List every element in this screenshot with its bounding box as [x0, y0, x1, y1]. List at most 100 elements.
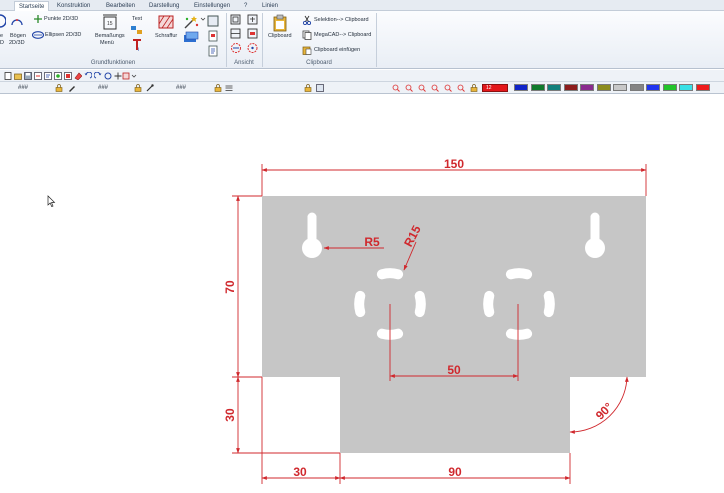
clipboard-button[interactable]: Clipboard: [268, 33, 292, 39]
color-swatch[interactable]: [629, 84, 644, 91]
refresh-icon[interactable]: [104, 72, 112, 80]
text-insert-icon[interactable]: i: [131, 38, 143, 52]
view-rotate-icon[interactable]: [246, 42, 259, 54]
circle-tool-icon[interactable]: [0, 14, 6, 28]
line-type-field[interactable]: ###: [98, 83, 108, 93]
tab-linien[interactable]: Linien: [258, 1, 282, 11]
tab-help[interactable]: ?: [240, 1, 251, 11]
schraffur-button[interactable]: Schraffur: [155, 33, 177, 39]
mouse-cursor: [47, 195, 56, 207]
color-swatch[interactable]: [547, 84, 561, 91]
clipboard-einfuegen-button[interactable]: Clipboard einfügen: [314, 47, 360, 53]
arc-tool-icon[interactable]: [10, 15, 24, 27]
text-style-icon[interactable]: [130, 25, 144, 35]
pan-icon[interactable]: [114, 72, 122, 80]
scissors-icon[interactable]: [302, 15, 312, 25]
color-swatch[interactable]: [679, 84, 693, 91]
lock-icon[interactable]: [214, 84, 222, 92]
frame-icon[interactable]: [207, 15, 219, 27]
zoom-all-icon[interactable]: [431, 84, 439, 92]
plate-shape[interactable]: [262, 196, 646, 453]
brush-icon[interactable]: [146, 84, 154, 92]
export-icon[interactable]: [64, 72, 72, 80]
bemassungs-menu-label: Menü: [100, 40, 114, 46]
view-all-icon[interactable]: [247, 28, 258, 39]
lock-icon[interactable]: [55, 84, 63, 92]
color-swatch[interactable]: [514, 84, 528, 91]
group-ansicht-label: Ansicht: [234, 60, 254, 66]
ellipse-icon[interactable]: [32, 31, 44, 39]
punkte-button[interactable]: Punkte 2D/3D: [44, 16, 78, 22]
paste-icon[interactable]: [302, 45, 312, 55]
pen-icon[interactable]: [68, 84, 76, 92]
zoom-previous-icon[interactable]: [444, 84, 452, 92]
clipboard-icon[interactable]: [272, 14, 288, 32]
hatch-icon[interactable]: [158, 15, 174, 29]
chevron-down-icon[interactable]: [200, 16, 206, 22]
color-swatch[interactable]: [580, 84, 594, 91]
dimension-menu-icon[interactable]: 15: [102, 14, 118, 32]
copy-icon[interactable]: [302, 30, 312, 40]
print-preview-icon[interactable]: [44, 72, 52, 80]
redo-icon[interactable]: [94, 72, 102, 80]
zoom-out-icon[interactable]: [405, 84, 413, 92]
group-separator: [376, 13, 377, 67]
cad-drawing[interactable]: 150 70 30 30 90 50 R5 R15 90°: [0, 95, 724, 493]
plot-icon[interactable]: [54, 72, 62, 80]
color-swatch[interactable]: [695, 84, 710, 91]
group-clipboard-label: Clipboard: [306, 60, 332, 66]
view-split-icon[interactable]: [230, 28, 241, 39]
tab-bearbeiten[interactable]: Bearbeiten: [102, 1, 139, 11]
page-icon[interactable]: [207, 30, 219, 42]
tab-konstruktion[interactable]: Konstruktion: [53, 1, 94, 11]
zoom-window-icon[interactable]: [418, 84, 426, 92]
color-swatch[interactable]: [613, 84, 627, 91]
line-width-field[interactable]: ###: [18, 83, 28, 93]
dim-left-height: 70: [223, 280, 237, 294]
selektion-clipboard-button[interactable]: Selektion--> Clipboard: [314, 17, 369, 23]
tab-einstellungen[interactable]: Einstellungen: [190, 1, 234, 11]
svg-text:15: 15: [107, 21, 113, 27]
text-button[interactable]: Text: [132, 16, 142, 22]
save-as-icon[interactable]: [34, 72, 42, 80]
print-icon[interactable]: [207, 45, 219, 57]
lock-icon[interactable]: [304, 84, 312, 92]
view-window-icon[interactable]: [230, 14, 241, 25]
color-swatch[interactable]: [530, 84, 545, 91]
layer-icon[interactable]: [183, 31, 199, 43]
zoom-extents-icon[interactable]: [457, 84, 465, 92]
boegen-label[interactable]: Bögen: [10, 33, 26, 39]
ribbon: e D Bögen 2D/3D Punkte 2D/3D Ellipsen 2D…: [0, 11, 724, 69]
magic-wand-icon[interactable]: [183, 15, 199, 29]
zoom-in-icon[interactable]: [392, 84, 400, 92]
color-swatch[interactable]: [646, 84, 660, 91]
save-icon[interactable]: [24, 72, 32, 80]
lock-icon[interactable]: [134, 84, 142, 92]
lock-icon[interactable]: [470, 84, 478, 92]
line-style-icon[interactable]: [316, 84, 324, 92]
ribbon-tab-bar: Startseite Konstruktion Bearbeiten Darst…: [0, 0, 724, 12]
bemassungs-label[interactable]: Bemaßungs: [95, 33, 125, 39]
color-swatch[interactable]: [662, 84, 677, 91]
tab-file[interactable]: [3, 1, 11, 11]
color-swatch[interactable]: [596, 84, 611, 91]
layer-field[interactable]: ###: [176, 83, 186, 93]
new-file-icon[interactable]: [4, 72, 12, 80]
megacad-clipboard-button[interactable]: MegaCAD--> Clipboard: [314, 32, 371, 38]
view-3d-icon[interactable]: [230, 42, 242, 54]
dim-lower-left-height: 30: [223, 408, 237, 422]
points-icon[interactable]: [34, 15, 42, 23]
view-zoom-icon[interactable]: [247, 14, 258, 25]
redraw-icon[interactable]: [122, 72, 130, 80]
color-field[interactable]: 12: [482, 84, 508, 92]
undo-icon[interactable]: [84, 72, 92, 80]
cut-off-label-1: e: [0, 33, 4, 39]
ellipsen-button[interactable]: Ellipsen 2D/3D: [45, 32, 81, 38]
tab-darstellung[interactable]: Darstellung: [145, 1, 183, 11]
color-swatch[interactable]: [563, 84, 578, 91]
drawing-canvas[interactable]: 150 70 30 30 90 50 R5 R15 90°: [0, 95, 724, 493]
line-weight-icon[interactable]: [225, 84, 233, 92]
customize-toolbar-icon[interactable]: [131, 72, 139, 80]
eraser-icon[interactable]: [74, 72, 82, 80]
open-file-icon[interactable]: [14, 72, 22, 80]
